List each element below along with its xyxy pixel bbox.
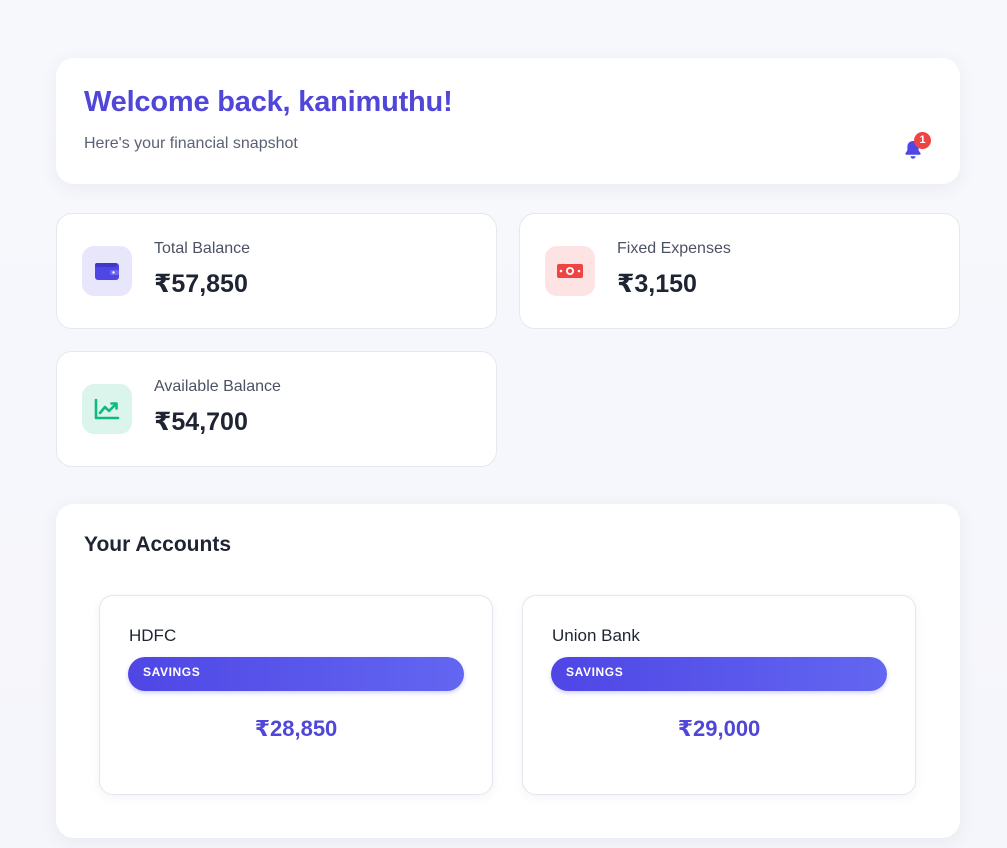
account-type-badge: SAVINGS [551, 657, 887, 691]
stat-card-total-balance: Total Balance ₹57,850 [56, 213, 497, 329]
accounts-section: Your Accounts HDFC SAVINGS ₹28,850 Union… [56, 504, 960, 838]
stat-label: Available Balance [154, 378, 281, 395]
account-bank-name: HDFC [129, 626, 177, 645]
accounts-title: Your Accounts [84, 533, 232, 556]
account-card-hdfc[interactable]: HDFC SAVINGS ₹28,850 [99, 595, 493, 795]
stat-value: ₹54,700 [154, 408, 248, 436]
notification-badge: 1 [914, 132, 931, 149]
notification-button[interactable]: 1 [904, 132, 931, 160]
stat-label: Fixed Expenses [617, 240, 731, 257]
stat-card-available-balance: Available Balance ₹54,700 [56, 351, 497, 467]
stat-label: Total Balance [154, 240, 251, 257]
stat-value: ₹57,850 [154, 270, 248, 298]
stat-card-fixed-expenses: Fixed Expenses ₹3,150 [519, 213, 960, 329]
account-card-union-bank[interactable]: Union Bank SAVINGS ₹29,000 [522, 595, 916, 795]
welcome-card: Welcome back, kanimuthu! Here's your fin… [56, 58, 960, 184]
account-balance: ₹29,000 [677, 716, 761, 741]
welcome-subtitle: Here's your financial snapshot [84, 135, 298, 152]
account-balance: ₹28,850 [254, 716, 338, 741]
account-type-badge: SAVINGS [128, 657, 464, 691]
account-bank-name: Union Bank [552, 626, 640, 645]
money-bill-icon [545, 246, 595, 296]
chart-line-icon [82, 384, 132, 434]
welcome-title: Welcome back, kanimuthu! [84, 86, 453, 118]
stat-value: ₹3,150 [617, 270, 697, 298]
wallet-icon [82, 246, 132, 296]
